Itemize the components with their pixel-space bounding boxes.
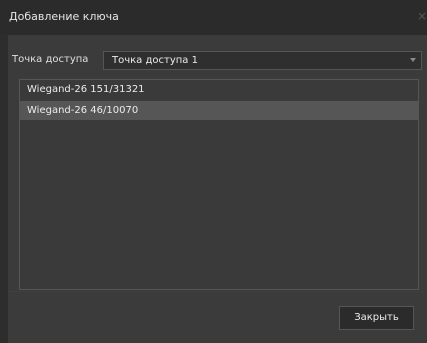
key-list-item-selected[interactable]: Wiegand-26 46/10070 xyxy=(20,101,418,120)
dialog-title: Добавление ключа xyxy=(9,10,119,23)
dialog-titlebar[interactable]: Добавление ключа × xyxy=(0,0,427,35)
key-list-item-label: Wiegand-26 151/31321 xyxy=(27,84,145,95)
footer-divider xyxy=(8,291,427,292)
key-list-item-label: Wiegand-26 46/10070 xyxy=(27,105,139,116)
access-point-selected-value: Точка доступа 1 xyxy=(112,55,198,66)
access-point-label: Точка доступа xyxy=(12,54,89,65)
close-button[interactable]: Закрыть xyxy=(339,306,414,330)
chevron-down-icon[interactable] xyxy=(410,58,416,62)
dialog-left-border xyxy=(0,35,8,343)
access-point-select[interactable]: Точка доступа 1 xyxy=(103,51,422,70)
key-list[interactable]: Wiegand-26 151/31321 Wiegand-26 46/10070 xyxy=(19,79,419,290)
add-key-dialog: Добавление ключа × Точка доступа Точка д… xyxy=(0,0,427,343)
close-icon[interactable]: × xyxy=(415,8,427,24)
key-list-item[interactable]: Wiegand-26 151/31321 xyxy=(20,80,418,99)
